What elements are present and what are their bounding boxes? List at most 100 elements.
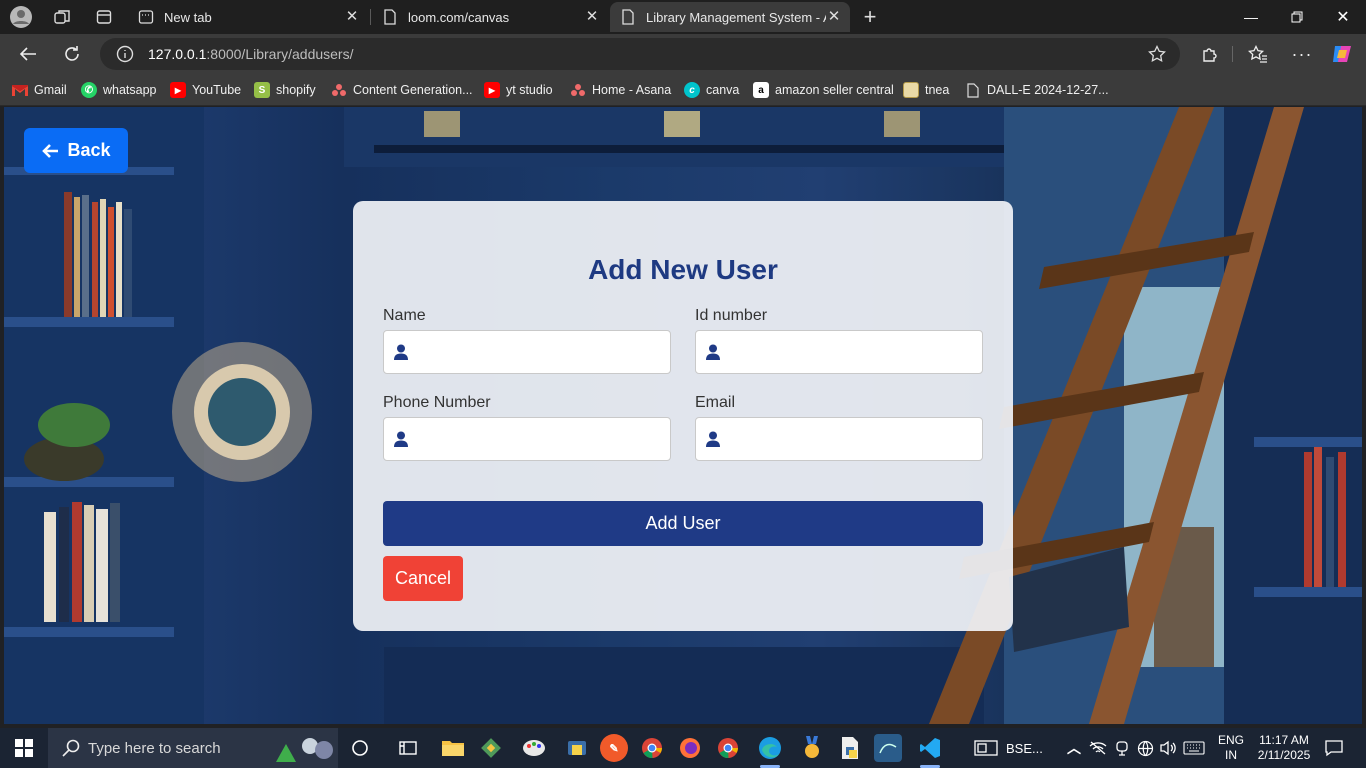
chrome-profile-icon[interactable] — [714, 734, 742, 762]
back-arrow-icon[interactable] — [14, 40, 42, 68]
bookmark-dalle[interactable]: DALL-E 2024-12-27... — [965, 81, 1109, 99]
language-code: ENG — [1217, 733, 1244, 747]
id-number-input[interactable] — [730, 339, 970, 365]
form-title: Add New User — [588, 254, 778, 285]
volume-icon[interactable] — [1154, 734, 1182, 762]
bookmark-label: Home - Asana — [592, 83, 672, 97]
favorites-icon[interactable] — [1244, 40, 1272, 68]
python-idle-icon[interactable] — [563, 734, 591, 762]
tnea-icon — [903, 82, 919, 98]
taskbar-search-box[interactable]: Type here to search — [48, 728, 338, 768]
close-icon[interactable]: ✕ — [344, 9, 360, 25]
notifications-icon[interactable] — [1320, 734, 1348, 762]
phone-number-field[interactable] — [383, 417, 671, 461]
paint-app-icon[interactable] — [520, 734, 548, 762]
back-button[interactable]: Back — [24, 128, 128, 173]
clock-date: 2/11/2025 — [1257, 748, 1311, 762]
firefox-icon[interactable] — [676, 734, 704, 762]
url-text[interactable]: 127.0.0.1:8000/Library/addusers/ — [148, 46, 353, 62]
bookmark-label: DALL-E 2024-12-27... — [987, 83, 1109, 97]
bookmark-youtube[interactable]: ▶ YouTube — [170, 81, 241, 99]
amazon-icon: a — [753, 82, 769, 98]
asana-icon — [331, 82, 347, 98]
keyboard-icon[interactable] — [1180, 734, 1208, 762]
toolbar-divider — [1232, 46, 1233, 62]
python-file-icon[interactable] — [836, 734, 864, 762]
widgets-icon[interactable] — [394, 734, 422, 762]
bookmark-label: shopify — [276, 83, 316, 97]
youtube-icon: ▶ — [170, 82, 186, 98]
vscode-icon[interactable] — [916, 734, 944, 762]
bookmark-label: tnea — [925, 83, 950, 97]
name-label: Name — [383, 307, 426, 324]
restore-icon[interactable] — [1274, 0, 1320, 34]
clock[interactable]: 11:17 AM 2/11/2025 — [1252, 733, 1316, 763]
clock-time: 11:17 AM — [1259, 733, 1309, 747]
email-label: Email — [695, 394, 736, 411]
profile-avatar-icon[interactable] — [9, 5, 33, 29]
search-placeholder: Type here to search — [88, 739, 221, 757]
gmail-icon — [12, 82, 28, 98]
more-menu-icon[interactable]: ··· — [1288, 40, 1316, 68]
favorite-star-icon[interactable] — [1148, 44, 1166, 68]
bookmark-gmail[interactable]: Gmail — [12, 81, 67, 99]
tab-loom[interactable]: loom.com/canvas ✕ — [372, 2, 608, 32]
arrow-left-icon — [42, 143, 59, 158]
mysql-workbench-icon[interactable] — [874, 734, 902, 762]
tab-library-management[interactable]: Library Management System - Ad ✕ — [610, 2, 850, 32]
user-icon — [394, 344, 408, 365]
postman-icon[interactable]: ✎ — [600, 734, 628, 762]
bookmark-canva[interactable]: c canva — [684, 81, 739, 99]
email-field[interactable] — [695, 417, 983, 461]
id-number-field[interactable] — [695, 330, 983, 374]
page-viewport: Back Add New User Name Id number Phone N… — [4, 107, 1362, 724]
bookmark-amazon-seller-central[interactable]: a amazon seller central — [753, 81, 894, 99]
add-user-button[interactable]: Add User — [383, 501, 983, 546]
site-info-icon[interactable] — [116, 45, 134, 68]
page-icon — [620, 9, 636, 25]
workspaces-icon[interactable] — [50, 5, 74, 29]
vertical-tabs-icon[interactable] — [92, 5, 116, 29]
chrome-icon[interactable] — [638, 734, 666, 762]
name-input[interactable] — [418, 339, 658, 365]
user-icon — [394, 431, 408, 452]
bookmark-tnea[interactable]: tnea — [903, 81, 949, 99]
extensions-icon[interactable] — [1196, 40, 1224, 68]
bookmark-shopify[interactable]: S shopify — [254, 81, 316, 99]
new-tab-plus-icon[interactable]: + — [858, 4, 882, 29]
shopify-icon: S — [254, 82, 270, 98]
reload-icon[interactable] — [58, 40, 86, 68]
url-path: :8000/Library/addusers/ — [206, 46, 354, 62]
copilot-icon[interactable] — [1328, 40, 1356, 68]
youtube-icon: ▶ — [484, 82, 500, 98]
phone-number-input[interactable] — [418, 426, 658, 452]
close-icon[interactable]: ✕ — [584, 9, 600, 25]
bse-window-button[interactable]: BSE... — [974, 734, 1054, 762]
close-icon[interactable]: ✕ — [826, 9, 842, 25]
name-field[interactable] — [383, 330, 671, 374]
bookmark-yt-studio[interactable]: ▶ yt studio — [484, 81, 553, 99]
minimize-icon[interactable]: — — [1228, 0, 1274, 34]
bookmark-home-asana[interactable]: Home - Asana — [570, 81, 671, 99]
tab-title: New tab — [164, 9, 212, 25]
bookmark-content-generation[interactable]: Content Generation... — [331, 81, 473, 99]
tab-title: Library Management System - Ad — [646, 9, 826, 25]
address-bar[interactable]: 127.0.0.1:8000/Library/addusers/ — [100, 38, 1180, 70]
tab-new-tab[interactable]: New tab ✕ — [128, 2, 368, 32]
file-explorer-icon[interactable] — [439, 734, 467, 762]
windows-start-icon[interactable] — [0, 728, 48, 768]
phone-number-label: Phone Number — [383, 394, 491, 411]
email-input[interactable] — [730, 426, 970, 452]
medal-app-icon[interactable] — [798, 734, 826, 762]
edge-icon[interactable] — [756, 734, 784, 762]
bse-window-label: BSE... — [1006, 740, 1043, 756]
bookmark-label: Content Generation... — [353, 83, 473, 97]
cancel-button[interactable]: Cancel — [383, 556, 463, 601]
language-indicator[interactable]: ENG IN — [1214, 733, 1248, 763]
close-window-icon[interactable]: ✕ — [1320, 0, 1366, 34]
task-view-icon[interactable] — [346, 734, 374, 762]
bookmark-label: amazon seller central — [775, 83, 894, 97]
git-app-icon[interactable] — [477, 734, 505, 762]
region-code: IN — [1225, 748, 1237, 762]
bookmark-whatsapp[interactable]: ✆ whatsapp — [81, 81, 157, 99]
